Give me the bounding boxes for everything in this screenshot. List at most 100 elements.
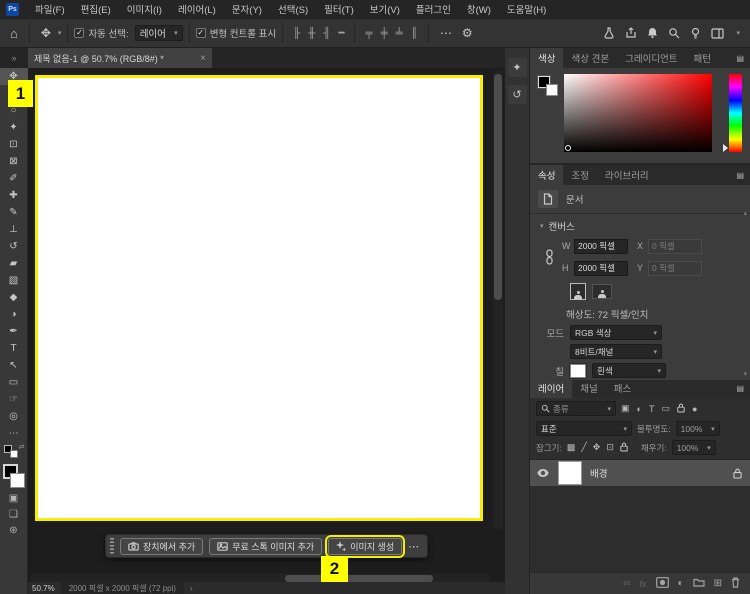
chevron-down-icon[interactable]: ▾: [58, 29, 62, 37]
blend-mode-dropdown[interactable]: 표준 ▾: [536, 421, 632, 436]
document-tab[interactable]: 제목 없음-1 @ 50.7% (RGB/8#) * ×: [28, 48, 212, 68]
color-panel-swatches[interactable]: [537, 75, 560, 98]
menu-edit[interactable]: 편집(E): [73, 0, 119, 18]
task-bar-more-icon[interactable]: ⋯: [408, 540, 419, 553]
gradient-tool[interactable]: ▧: [0, 272, 28, 289]
background-color-swatch[interactable]: [546, 84, 558, 96]
scroll-up-icon[interactable]: ▴: [743, 209, 747, 217]
layer-filter-dropdown[interactable]: 종류 ▾: [536, 401, 616, 416]
gear-icon[interactable]: ⚙: [457, 26, 478, 40]
hue-slider[interactable]: [723, 74, 742, 152]
portrait-orientation-button[interactable]: [570, 283, 586, 300]
close-tab-icon[interactable]: ×: [200, 53, 206, 64]
tab-properties[interactable]: 속성: [530, 165, 564, 185]
eyedropper-tool[interactable]: ✐: [0, 170, 28, 187]
tab-gradients[interactable]: 그레이디언트: [617, 48, 685, 68]
panel-menu-icon[interactable]: ▤: [736, 171, 744, 180]
layer-visibility-toggle[interactable]: [536, 469, 550, 477]
align-left-icon[interactable]: ╟: [289, 28, 304, 39]
zoom-level[interactable]: 50.7%: [32, 584, 55, 593]
distribute-center-icon[interactable]: ╪: [377, 28, 392, 39]
color-swatches-control[interactable]: [2, 464, 26, 490]
tab-color[interactable]: 색상: [530, 48, 564, 68]
distribute-bottom-icon[interactable]: ╧: [392, 28, 407, 39]
generative-panel-icon[interactable]: ✦: [507, 58, 527, 77]
swap-colors-icon[interactable]: ⇄: [19, 443, 25, 451]
menu-type[interactable]: 문자(Y): [224, 0, 270, 18]
lightbulb-icon[interactable]: [690, 27, 701, 39]
transform-controls-checkbox[interactable]: ✓: [195, 28, 206, 38]
auto-select-dropdown[interactable]: 레이어 ▾: [134, 25, 183, 41]
new-layer-icon[interactable]: ⊞: [714, 578, 722, 589]
tab-libraries[interactable]: 라이브러리: [597, 165, 657, 185]
tab-adjustments[interactable]: 조정: [563, 165, 596, 185]
bell-icon[interactable]: [647, 27, 658, 39]
width-input[interactable]: [574, 238, 628, 254]
bit-depth-dropdown[interactable]: 8비트/채널 ▾: [570, 344, 662, 359]
layer-effects-icon[interactable]: fx: [640, 579, 647, 589]
share-icon[interactable]: [625, 27, 637, 39]
distribute-top-icon[interactable]: ╤: [361, 28, 376, 39]
workspace-icon[interactable]: [711, 27, 725, 39]
fill-color-swatch[interactable]: [569, 362, 587, 379]
vertical-scrollbar-thumb[interactable]: [494, 74, 502, 300]
layer-row-background[interactable]: 배경: [530, 460, 750, 486]
add-layer-mask-icon[interactable]: [655, 576, 669, 591]
lock-position-icon[interactable]: ✥: [593, 442, 601, 453]
link-layers-icon[interactable]: ∞: [623, 578, 630, 589]
healing-brush-tool[interactable]: ✚: [0, 187, 28, 204]
landscape-orientation-button[interactable]: [592, 284, 612, 299]
background-color-swatch[interactable]: [9, 473, 25, 488]
move-tool-icon[interactable]: ✥: [36, 26, 56, 40]
color-field-marker[interactable]: [565, 145, 571, 151]
blur-tool[interactable]: ◆: [0, 289, 28, 306]
brush-tool[interactable]: ✎: [0, 204, 28, 221]
menu-image[interactable]: 이미지(I): [119, 0, 170, 18]
canvas[interactable]: [35, 75, 483, 521]
fill-dropdown[interactable]: 100% ▾: [671, 440, 716, 455]
lock-image-pixels-icon[interactable]: ╱: [581, 442, 586, 453]
adjustment-layer-icon[interactable]: ◐: [678, 578, 684, 589]
filter-type-layers-icon[interactable]: T: [649, 404, 655, 414]
type-tool[interactable]: T: [0, 340, 28, 357]
scroll-down-icon[interactable]: ▾: [743, 370, 747, 378]
lock-transparent-pixels-icon[interactable]: ▩: [567, 442, 576, 453]
generate-image-button[interactable]: 이미지 생성: [325, 534, 406, 558]
align-right-icon[interactable]: ╢: [319, 28, 334, 39]
tab-paths[interactable]: 패스: [606, 378, 639, 398]
align-center-icon[interactable]: ╫: [304, 28, 319, 39]
dodge-tool[interactable]: ◑: [0, 306, 28, 323]
quick-mask-button[interactable]: ▣: [0, 490, 28, 506]
lock-artboard-icon[interactable]: ⊡: [606, 442, 614, 453]
path-selection-tool[interactable]: ↖: [0, 357, 28, 374]
hand-tool[interactable]: ☞: [0, 391, 28, 408]
history-panel-icon[interactable]: ↺: [507, 85, 527, 104]
status-chevron-icon[interactable]: ›: [190, 584, 193, 593]
clone-stamp-tool[interactable]: ⊥: [0, 221, 28, 238]
menu-file[interactable]: 파일(F): [27, 0, 73, 18]
home-icon[interactable]: ⌂: [0, 26, 23, 41]
shape-tool[interactable]: ▭: [0, 374, 28, 391]
new-group-icon[interactable]: [693, 577, 705, 590]
hue-slider-marker[interactable]: [723, 144, 728, 152]
panel-menu-icon[interactable]: ▤: [736, 54, 744, 63]
frame-tool[interactable]: ⊠: [0, 153, 28, 170]
add-from-device-button[interactable]: 장치에서 추가: [120, 537, 204, 555]
tab-channels[interactable]: 채널: [572, 378, 605, 398]
crop-tool[interactable]: ⊡: [0, 136, 28, 153]
panel-menu-icon[interactable]: ▤: [736, 384, 744, 393]
search-icon[interactable]: [668, 27, 680, 39]
double-chevron-icon[interactable]: »: [0, 53, 28, 68]
menu-help[interactable]: 도움말(H): [499, 0, 554, 18]
filter-toggle-icon[interactable]: ●: [692, 404, 697, 414]
more-options-icon[interactable]: ⋯: [435, 26, 457, 40]
layer-thumbnail[interactable]: [558, 461, 582, 485]
object-selection-tool[interactable]: ✦: [0, 119, 28, 136]
menu-plugins[interactable]: 플러그인: [408, 0, 459, 18]
canvas-section-header[interactable]: ▾ 캔버스: [530, 214, 750, 235]
filter-pixel-layers-icon[interactable]: ▣: [621, 403, 630, 414]
history-brush-tool[interactable]: ↺: [0, 238, 28, 255]
menu-view[interactable]: 보기(V): [362, 0, 408, 18]
menu-select[interactable]: 선택(S): [270, 0, 316, 18]
height-input[interactable]: [574, 260, 628, 276]
